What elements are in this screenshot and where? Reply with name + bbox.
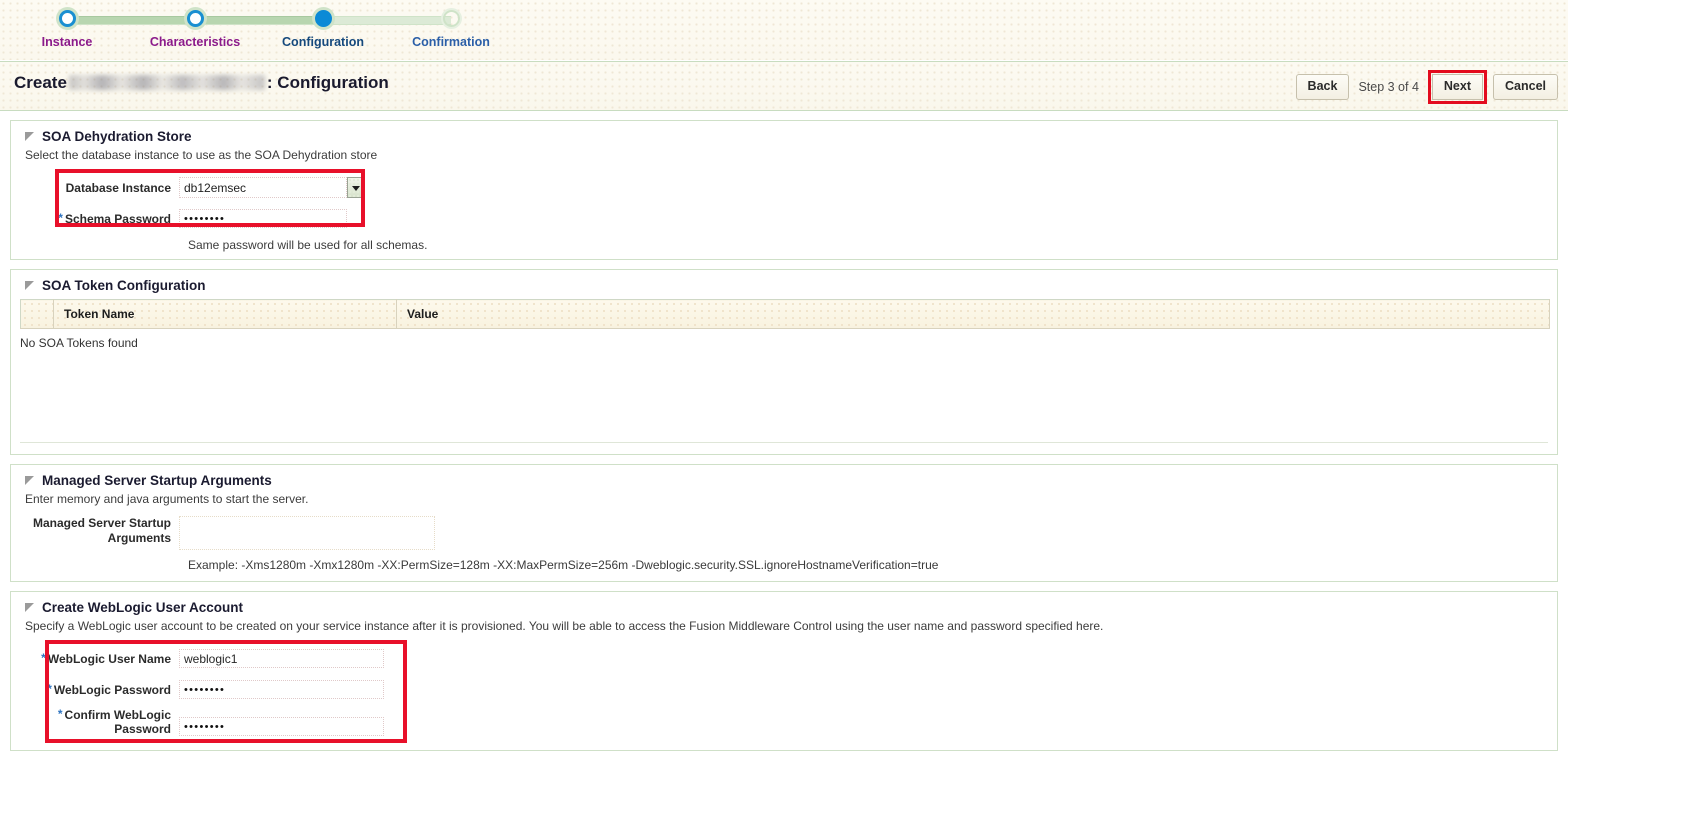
panel-description-dehydration: Select the database instance to use as t… — [25, 148, 378, 162]
train-label-characteristics[interactable]: Characteristics — [130, 35, 260, 49]
table-bottom-rule — [20, 442, 1548, 443]
database-instance-value[interactable]: db12emsec — [179, 177, 347, 198]
step-counter: Step 3 of 4 — [1358, 79, 1419, 94]
label-weblogic-user-name-text: WebLogic User Name — [47, 651, 171, 666]
required-star-icon: * — [57, 707, 63, 721]
train-node-configuration[interactable] — [314, 10, 332, 27]
panel-soa-dehydration-store: SOA Dehydration Store Select the databas… — [10, 120, 1558, 260]
control-confirm-weblogic-password[interactable]: •••••••• — [179, 708, 384, 736]
page-right-margin — [1568, 0, 1701, 835]
weblogic-user-name-input[interactable]: weblogic1 — [179, 649, 384, 668]
page-title-prefix: Create — [14, 73, 67, 92]
train-label-confirmation: Confirmation — [412, 35, 490, 49]
table-header-value[interactable]: Value — [396, 299, 1550, 329]
panel-title-token: SOA Token Configuration — [42, 278, 206, 293]
panel-create-weblogic-user-account: Create WebLogic User Account Specify a W… — [10, 591, 1558, 751]
page-header: Create : Configuration Back Step 3 of 4 N… — [0, 61, 1568, 111]
control-weblogic-password[interactable]: •••••••• — [179, 680, 384, 699]
schema-password-note: Same password will be used for all schem… — [188, 238, 428, 252]
collapse-triangle-icon[interactable] — [25, 280, 36, 291]
field-row-database-instance: Database Instance db12emsec — [11, 174, 1557, 201]
field-row-weblogic-user-name: * WebLogic User Name weblogic1 — [11, 645, 1557, 672]
table-header-row: Token Name Value — [20, 299, 1550, 329]
wizard-train: Instance Characteristics Configuration C… — [0, 0, 1568, 61]
page-title-suffix: : Configuration — [266, 73, 389, 92]
label-confirm-weblogic-password-line2: Password — [114, 722, 171, 736]
next-button-highlight: Next — [1427, 70, 1487, 104]
label-startup-arguments: Managed Server Startup Arguments — [11, 516, 171, 550]
train-step-configuration[interactable]: Configuration — [258, 0, 388, 49]
train-node-confirmation — [442, 10, 460, 27]
collapse-triangle-icon[interactable] — [25, 131, 36, 142]
panel-header-weblogic[interactable]: Create WebLogic User Account — [11, 592, 1557, 615]
label-database-instance: Database Instance — [65, 180, 171, 195]
soa-token-table: Token Name Value — [20, 299, 1550, 329]
dropdown-arrow-icon[interactable] — [347, 177, 364, 198]
required-star-icon: * — [47, 681, 52, 696]
next-button[interactable]: Next — [1431, 74, 1483, 100]
panel-title-startup: Managed Server Startup Arguments — [42, 473, 272, 488]
database-instance-select[interactable]: db12emsec — [179, 177, 364, 198]
page-root: Instance Characteristics Configuration C… — [0, 0, 1701, 835]
train-node-characteristics[interactable] — [186, 10, 204, 27]
panel-title-weblogic: Create WebLogic User Account — [42, 600, 244, 615]
back-button[interactable]: Back — [1295, 74, 1350, 100]
table-header-token-name[interactable]: Token Name — [53, 299, 397, 329]
label-startup-arguments-line1: Managed Server Startup — [32, 516, 171, 530]
weblogic-password-input[interactable]: •••••••• — [179, 680, 384, 699]
label-startup-arguments-line2: Arguments — [107, 531, 171, 545]
table-body-empty-area — [11, 350, 1557, 442]
control-database-instance[interactable]: db12emsec — [179, 177, 364, 198]
train-step-characteristics[interactable]: Characteristics — [130, 0, 260, 49]
instance-name-redacted — [68, 75, 265, 90]
label-weblogic-password-text: WebLogic Password — [53, 682, 171, 697]
label-schema-password: * Schema Password — [11, 212, 171, 226]
page-title: Create : Configuration — [14, 73, 389, 93]
label-confirm-weblogic-password-line1: * Confirm WebLogic — [11, 708, 171, 722]
panel-managed-server-startup-arguments: Managed Server Startup Arguments Enter m… — [10, 464, 1558, 582]
field-row-weblogic-password: * WebLogic Password •••••••• — [11, 676, 1557, 703]
panel-title-dehydration: SOA Dehydration Store — [42, 129, 192, 144]
panel-header-token[interactable]: SOA Token Configuration — [11, 270, 1557, 293]
panel-description-weblogic: Specify a WebLogic user account to be cr… — [25, 619, 1104, 633]
table-empty-message: No SOA Tokens found — [20, 336, 138, 350]
cancel-button[interactable]: Cancel — [1493, 74, 1558, 100]
label-confirm-weblogic-password: * Confirm WebLogic Password — [11, 708, 171, 736]
train-step-instance[interactable]: Instance — [2, 0, 132, 49]
field-row-schema-password: * Schema Password •••••••• — [11, 205, 1557, 232]
label-weblogic-password: * WebLogic Password — [11, 683, 171, 697]
schema-password-input[interactable]: •••••••• — [179, 209, 347, 228]
control-weblogic-user-name[interactable]: weblogic1 — [179, 649, 384, 668]
table-header-spacer — [20, 299, 54, 329]
label-weblogic-user-name: * WebLogic User Name — [11, 652, 171, 666]
collapse-triangle-icon[interactable] — [25, 602, 36, 613]
label-confirm-line1-text: Confirm WebLogic — [64, 708, 171, 722]
field-row-confirm-weblogic-password: * Confirm WebLogic Password •••••••• — [11, 708, 1557, 736]
startup-arguments-textarea[interactable] — [179, 516, 435, 550]
label-schema-password-text: Schema Password — [64, 211, 171, 226]
control-startup-arguments[interactable] — [179, 516, 435, 550]
confirm-weblogic-password-input[interactable]: •••••••• — [179, 717, 384, 736]
control-schema-password[interactable]: •••••••• — [179, 209, 347, 228]
panel-soa-token-configuration: SOA Token Configuration Token Name Value… — [10, 269, 1558, 455]
required-star-icon: * — [58, 210, 63, 225]
train-label-instance[interactable]: Instance — [2, 35, 132, 49]
wizard-actions: Back Step 3 of 4 Next Cancel — [1295, 70, 1558, 104]
train-step-confirmation: Confirmation — [386, 0, 516, 49]
startup-arguments-example: Example: -Xms1280m -Xmx1280m -XX:PermSiz… — [188, 558, 939, 572]
panel-description-startup: Enter memory and java arguments to start… — [25, 492, 309, 506]
panel-header-dehydration[interactable]: SOA Dehydration Store — [11, 121, 1557, 144]
panel-header-startup[interactable]: Managed Server Startup Arguments — [11, 465, 1557, 488]
required-star-icon: * — [41, 650, 46, 665]
train-label-configuration[interactable]: Configuration — [258, 35, 388, 49]
collapse-triangle-icon[interactable] — [25, 475, 36, 486]
train-node-instance[interactable] — [58, 10, 76, 27]
